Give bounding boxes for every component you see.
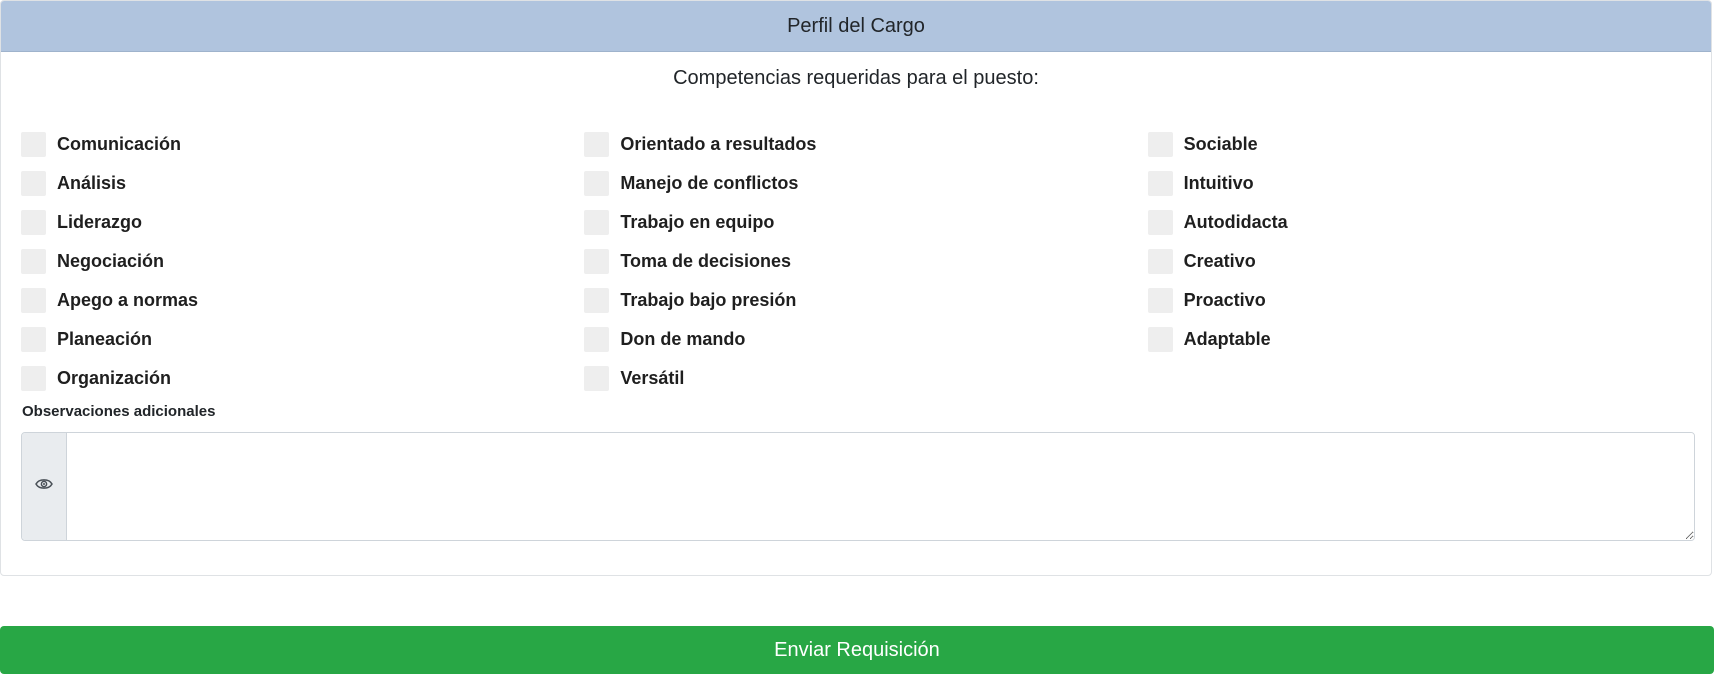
competencia-label: Adaptable	[1183, 329, 1271, 349]
competencia-label: Creativo	[1183, 251, 1256, 271]
competencia-checkbox[interactable]	[584, 288, 610, 313]
competencia-checkbox[interactable]	[584, 249, 610, 274]
competencia-label: Intuitivo	[1183, 173, 1254, 193]
competencia-label: Don de mando	[620, 329, 746, 349]
competencia-item[interactable]: Trabajo en equipo	[584, 203, 1147, 242]
competencias-column-1: Comunicación Análisis Liderazgo Negociac…	[21, 125, 584, 398]
competencia-checkbox[interactable]	[584, 366, 610, 391]
competencia-item[interactable]: Organización	[21, 359, 584, 398]
observaciones-label: Observaciones adicionales	[22, 403, 216, 420]
perfil-cargo-card: Perfil del Cargo Competencias requeridas…	[0, 0, 1712, 576]
card-title: Perfil del Cargo	[787, 14, 925, 37]
competencia-label: Organización	[57, 368, 172, 388]
competencia-label: Sociable	[1183, 134, 1258, 154]
observaciones-addon	[22, 433, 67, 540]
competencia-label: Planeación	[57, 329, 153, 349]
competencia-label: Análisis	[57, 173, 127, 193]
competencia-label: Versátil	[620, 368, 685, 388]
competencia-label: Orientado a resultados	[620, 134, 817, 154]
competencia-item[interactable]: Proactivo	[1147, 281, 1711, 320]
competencia-item[interactable]: Versátil	[584, 359, 1147, 398]
competencia-checkbox[interactable]	[21, 132, 46, 157]
competencia-checkbox[interactable]	[21, 327, 46, 352]
competencia-item[interactable]: Trabajo bajo presión	[584, 281, 1147, 320]
competencia-item[interactable]: Análisis	[21, 164, 584, 203]
competencia-item[interactable]: Don de mando	[584, 320, 1147, 359]
competencia-item[interactable]: Apego a normas	[21, 281, 584, 320]
competencia-checkbox[interactable]	[21, 366, 46, 391]
competencia-item[interactable]: Orientado a resultados	[584, 125, 1147, 164]
competencia-checkbox[interactable]	[1147, 327, 1173, 352]
competencia-checkbox[interactable]	[21, 288, 46, 313]
competencia-checkbox[interactable]	[1147, 288, 1173, 313]
competencia-item[interactable]: Creativo	[1147, 242, 1711, 281]
competencia-label: Comunicación	[57, 134, 182, 154]
competencia-item[interactable]: Planeación	[21, 320, 584, 359]
competencia-label: Trabajo bajo presión	[620, 290, 797, 310]
competencia-label: Proactivo	[1183, 290, 1266, 310]
competencias-column-2: Orientado a resultados Manejo de conflic…	[584, 125, 1147, 398]
enviar-requisicion-button[interactable]: Enviar Requisición	[0, 626, 1714, 674]
competencia-checkbox[interactable]	[21, 210, 46, 235]
competencia-label: Trabajo en equipo	[620, 212, 775, 232]
competencia-item[interactable]: Toma de decisiones	[584, 242, 1147, 281]
competencia-checkbox[interactable]	[1147, 249, 1173, 274]
competencias-subtitle: Competencias requeridas para el puesto:	[673, 67, 1039, 89]
competencia-item[interactable]: Comunicación	[21, 125, 584, 164]
competencia-item[interactable]: Sociable	[1147, 125, 1711, 164]
competencia-label: Apego a normas	[57, 290, 199, 310]
competencia-checkbox[interactable]	[1147, 132, 1173, 157]
competencia-item[interactable]: Autodidacta	[1147, 203, 1711, 242]
competencia-item[interactable]: Intuitivo	[1147, 164, 1711, 203]
competencia-label: Negociación	[57, 251, 165, 271]
observaciones-input-group	[21, 432, 1695, 541]
competencia-checkbox[interactable]	[21, 249, 46, 274]
competencia-item[interactable]: Adaptable	[1147, 320, 1711, 359]
competencia-label: Liderazgo	[57, 212, 143, 232]
competencia-item[interactable]: Liderazgo	[21, 203, 584, 242]
competencia-checkbox[interactable]	[21, 171, 46, 196]
competencia-label: Manejo de conflictos	[620, 173, 799, 193]
competencias-grid: Comunicación Análisis Liderazgo Negociac…	[21, 125, 1711, 398]
competencia-item[interactable]: Negociación	[21, 242, 584, 281]
competencia-item[interactable]: Manejo de conflictos	[584, 164, 1147, 203]
competencia-checkbox[interactable]	[584, 132, 610, 157]
eye-icon	[35, 477, 53, 496]
card-header: Perfil del Cargo	[1, 1, 1711, 52]
competencia-checkbox[interactable]	[584, 171, 610, 196]
competencia-label: Toma de decisiones	[620, 251, 792, 271]
competencia-label: Autodidacta	[1183, 212, 1288, 232]
competencias-column-3: Sociable Intuitivo Autodidacta Creativo …	[1147, 125, 1711, 398]
competencia-checkbox[interactable]	[584, 210, 610, 235]
observaciones-textarea[interactable]	[67, 433, 1694, 540]
competencia-checkbox[interactable]	[584, 327, 610, 352]
competencia-checkbox[interactable]	[1147, 210, 1173, 235]
competencia-checkbox[interactable]	[1147, 171, 1173, 196]
